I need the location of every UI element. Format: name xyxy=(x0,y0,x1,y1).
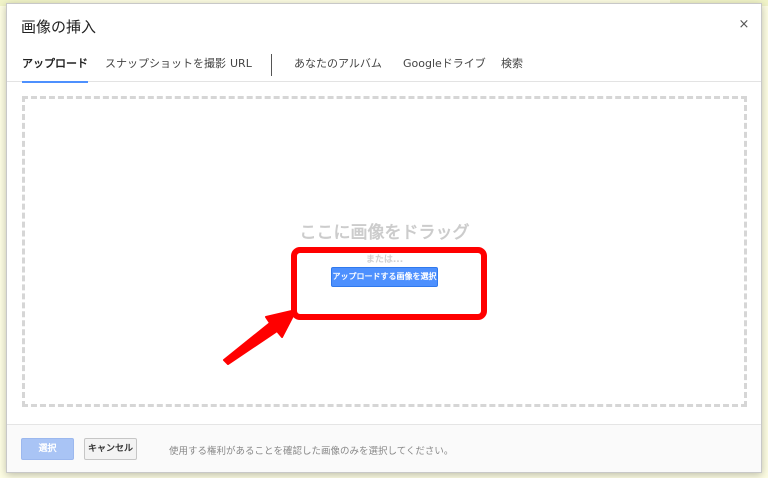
drop-zone[interactable]: ここに画像をドラッグ または... アップロードする画像を選択 xyxy=(22,96,747,407)
drop-zone-text: ここに画像をドラッグ xyxy=(299,223,470,243)
dialog-footer: 選択 キャンセル 使用する権利があることを確認した画像のみを選択してください。 xyxy=(7,424,761,472)
tab-search[interactable]: 検索 xyxy=(501,46,523,82)
or-text: または... xyxy=(365,255,404,265)
tab-separator xyxy=(271,54,272,76)
tab-url[interactable]: URL xyxy=(230,46,252,82)
dialog-title: 画像の挿入 xyxy=(21,18,97,36)
select-button[interactable]: 選択 xyxy=(21,438,74,460)
tab-upload[interactable]: アップロード xyxy=(22,46,88,83)
choose-image-button[interactable]: アップロードする画像を選択 xyxy=(331,267,438,287)
tab-snapshot[interactable]: スナップショットを撮影 xyxy=(105,46,226,82)
tab-google-drive[interactable]: Googleドライブ xyxy=(403,46,486,82)
tab-albums[interactable]: あなたのアルバム xyxy=(294,46,382,82)
cancel-button[interactable]: キャンセル xyxy=(84,438,137,460)
close-icon[interactable]: × xyxy=(737,18,751,32)
tab-bar: アップロード スナップショットを撮影 URL あなたのアルバム Googleドラ… xyxy=(7,46,761,83)
rights-notice: 使用する権利があることを確認した画像のみを選択してください。 xyxy=(169,446,454,457)
insert-image-dialog: 画像の挿入 × アップロード スナップショットを撮影 URL あなたのアルバム … xyxy=(6,3,762,473)
